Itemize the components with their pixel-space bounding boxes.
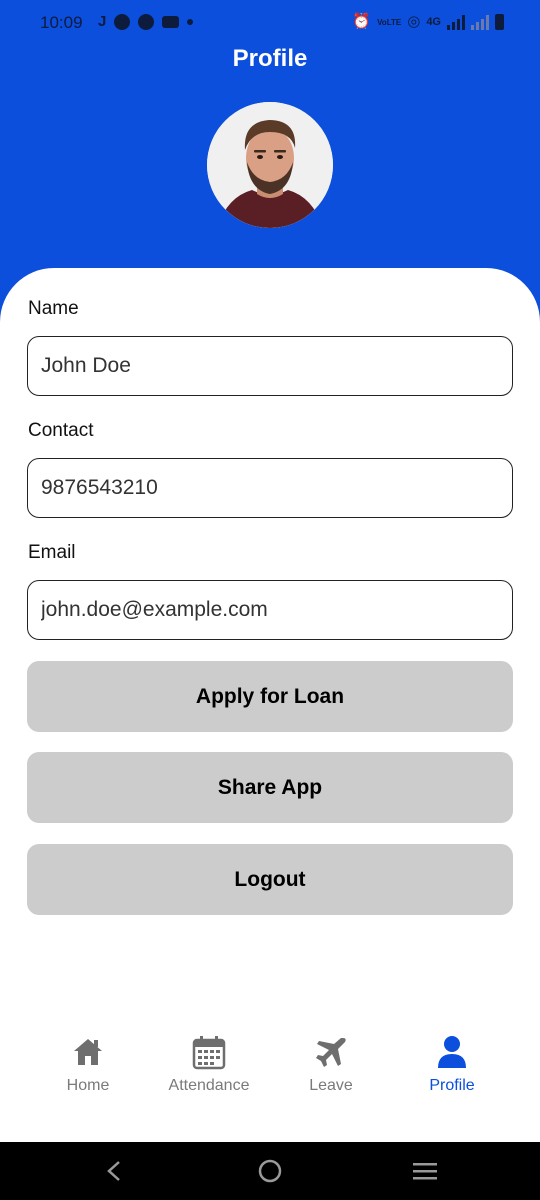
signal-strength-sim2-icon (471, 14, 489, 30)
nav-label-profile: Profile (429, 1077, 475, 1094)
avatar[interactable] (207, 102, 333, 228)
signal-strength-icon (447, 14, 465, 30)
name-field[interactable] (27, 336, 513, 396)
status-left-icons: J (98, 12, 194, 32)
apply-for-loan-button[interactable]: Apply for Loan (27, 661, 513, 732)
recents-icon[interactable] (412, 1161, 438, 1181)
profile-photo-icon (207, 102, 333, 228)
logout-button[interactable]: Logout (27, 844, 513, 915)
network-type-label: 4G (426, 16, 441, 28)
volte-icon: VoLTE (377, 17, 402, 27)
nav-item-profile[interactable]: Profile (387, 1034, 517, 1095)
email-label: Email (28, 542, 76, 563)
home-circle-icon[interactable] (258, 1159, 282, 1183)
nav-item-attendance[interactable]: Attendance (144, 1034, 274, 1095)
alarm-icon: ⏰ (352, 13, 372, 30)
status-right-icons: ⏰ VoLTE ◎ 4G (352, 12, 504, 32)
battery-icon (495, 14, 504, 30)
page-title: Profile (232, 45, 308, 72)
nav-label-leave: Leave (309, 1077, 353, 1094)
airplane-icon (316, 1038, 346, 1067)
j-app-icon: J (98, 13, 107, 30)
nav-label-home: Home (66, 1077, 110, 1094)
name-label: Name (28, 298, 79, 319)
calendar-icon (192, 1036, 226, 1070)
email-field[interactable] (27, 580, 513, 640)
contact-label: Contact (28, 420, 94, 441)
hotspot-icon: ◎ (407, 13, 421, 30)
contact-field[interactable] (27, 458, 513, 518)
notification-dot-icon (187, 19, 194, 25)
compass-icon (138, 14, 155, 30)
share-app-button[interactable]: Share App (27, 752, 513, 823)
nav-item-leave[interactable]: Leave (266, 1034, 396, 1095)
status-time: 10:09 (40, 13, 83, 32)
youtube-icon (162, 16, 180, 28)
status-bar: 10:09 J ⏰ VoLTE ◎ 4G (0, 0, 540, 46)
back-icon[interactable] (104, 1160, 124, 1182)
nav-item-home[interactable]: Home (23, 1034, 153, 1095)
system-nav-bar (0, 1142, 540, 1200)
home-icon (74, 1039, 102, 1065)
user-icon (438, 1036, 466, 1068)
compass-icon (114, 14, 131, 30)
bottom-nav: Home Attendance Leave Profile (0, 1018, 540, 1140)
nav-label-attendance: Attendance (168, 1077, 250, 1094)
